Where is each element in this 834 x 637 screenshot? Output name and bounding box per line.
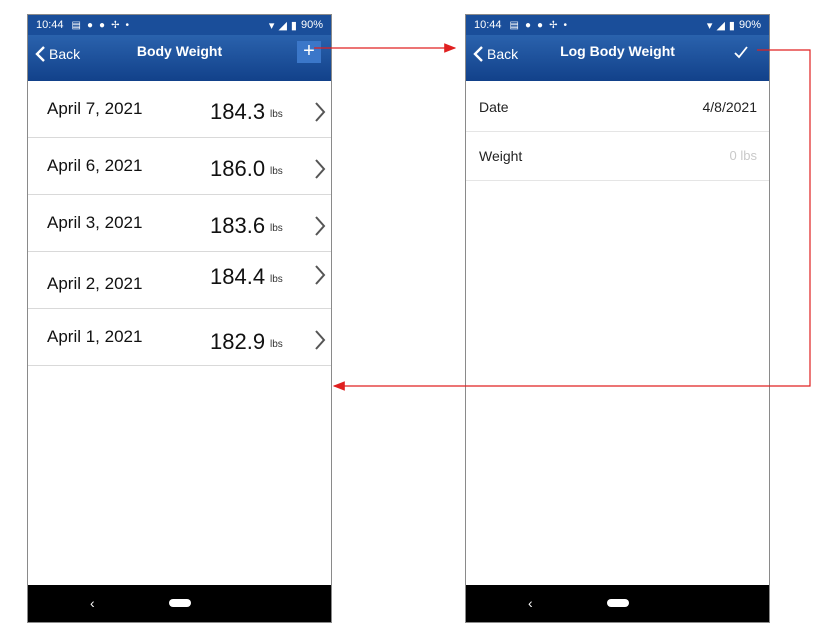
entry-unit: lbs <box>270 274 283 285</box>
weight-input[interactable]: 0 lbs <box>730 148 757 163</box>
list-item[interactable]: April 2, 2021 184.4 lbs <box>28 252 331 309</box>
entry-weight: 184.3 <box>210 99 266 124</box>
system-status: ▾ ◢ ▮ 90% <box>269 19 323 32</box>
facebook-icon: ● <box>86 19 94 31</box>
home-pill-icon[interactable] <box>607 599 629 607</box>
add-entry-button[interactable]: + <box>297 41 321 63</box>
battery-icon: ▮ <box>290 19 297 32</box>
chevron-right-icon <box>315 159 326 179</box>
page-title: Log Body Weight <box>560 43 675 59</box>
entry-weight: 182.9 <box>210 329 266 354</box>
wifi-icon: ▾ <box>268 19 275 32</box>
signal-icon: ◢ <box>716 19 725 32</box>
system-nav-bar: ‹ <box>28 585 331 622</box>
body-weight-screen: 10:44 ▤ ● ● ✢ • ▾ ◢ ▮ 90% Back Body Weig… <box>27 14 332 623</box>
entry-date: April 1, 2021 <box>47 327 143 346</box>
entry-unit: lbs <box>270 109 283 120</box>
slack-icon: ✢ <box>549 19 558 31</box>
list-item[interactable]: April 3, 2021 183.6 lbs <box>28 195 331 252</box>
weight-list: April 7, 2021 184.3 lbs April 6, 2021 18… <box>28 81 331 366</box>
system-status: ▾ ◢ ▮ 90% <box>707 19 761 32</box>
entry-date: April 6, 2021 <box>47 156 143 175</box>
dot-icon: • <box>563 19 567 31</box>
chevron-right-icon <box>315 330 326 350</box>
chevron-right-icon <box>315 216 326 236</box>
navigation-bar: Back Body Weight + <box>28 35 331 81</box>
date-field[interactable]: Date 4/8/2021 <box>466 83 769 132</box>
log-body-weight-screen: 10:44 ▤ ● ● ✢ • ▾ ◢ ▮ 90% Back Log Body … <box>465 14 770 623</box>
entry-weight: 183.6 <box>210 213 266 238</box>
battery-percent: 90% <box>300 19 323 31</box>
list-item[interactable]: April 1, 2021 182.9 lbs <box>28 309 331 366</box>
message-icon: ▤ <box>71 19 81 31</box>
list-item[interactable]: April 7, 2021 184.3 lbs <box>28 81 331 138</box>
date-label: Date <box>479 99 509 115</box>
entry-unit: lbs <box>270 223 283 234</box>
navigation-bar: Back Log Body Weight <box>466 35 769 81</box>
notification-icons: ▤ ● ● ✢ • <box>72 20 129 31</box>
checkmark-icon[interactable] <box>733 43 749 61</box>
entry-date: April 7, 2021 <box>47 99 143 118</box>
notification-icons: ▤ ● ● ✢ • <box>510 20 567 31</box>
entry-weight: 186.0 <box>210 156 266 181</box>
system-back-icon[interactable]: ‹ <box>90 595 95 611</box>
battery-icon: ▮ <box>728 19 735 32</box>
status-bar: 10:44 ▤ ● ● ✢ • ▾ ◢ ▮ 90% <box>28 15 331 35</box>
page-title: Body Weight <box>136 43 223 59</box>
weight-label: Weight <box>479 148 523 164</box>
date-value[interactable]: 4/8/2021 <box>703 99 758 115</box>
system-nav-bar: ‹ <box>466 585 769 622</box>
facebook-icon: ● <box>524 19 532 31</box>
dot-icon: • <box>125 19 129 31</box>
slack-icon: ✢ <box>111 19 120 31</box>
status-time: 10:44 <box>474 19 502 31</box>
facebook-icon: ● <box>537 19 544 31</box>
entry-unit: lbs <box>270 339 283 350</box>
weight-field[interactable]: Weight 0 lbs <box>466 132 769 181</box>
entry-date: April 2, 2021 <box>47 274 143 293</box>
entry-date: April 3, 2021 <box>47 213 143 232</box>
status-bar: 10:44 ▤ ● ● ✢ • ▾ ◢ ▮ 90% <box>466 15 769 35</box>
system-back-icon[interactable]: ‹ <box>528 595 533 611</box>
signal-icon: ◢ <box>278 19 287 32</box>
battery-percent: 90% <box>738 19 761 31</box>
entry-unit: lbs <box>270 166 283 177</box>
status-time: 10:44 <box>36 19 64 31</box>
entry-weight: 184.4 <box>210 264 266 289</box>
chevron-right-icon <box>315 102 326 122</box>
log-weight-form: Date 4/8/2021 Weight 0 lbs <box>466 83 769 181</box>
wifi-icon: ▾ <box>706 19 713 32</box>
facebook-icon: ● <box>99 19 106 31</box>
list-item[interactable]: April 6, 2021 186.0 lbs <box>28 138 331 195</box>
message-icon: ▤ <box>509 19 519 31</box>
chevron-right-icon <box>315 265 326 285</box>
home-pill-icon[interactable] <box>169 599 191 607</box>
